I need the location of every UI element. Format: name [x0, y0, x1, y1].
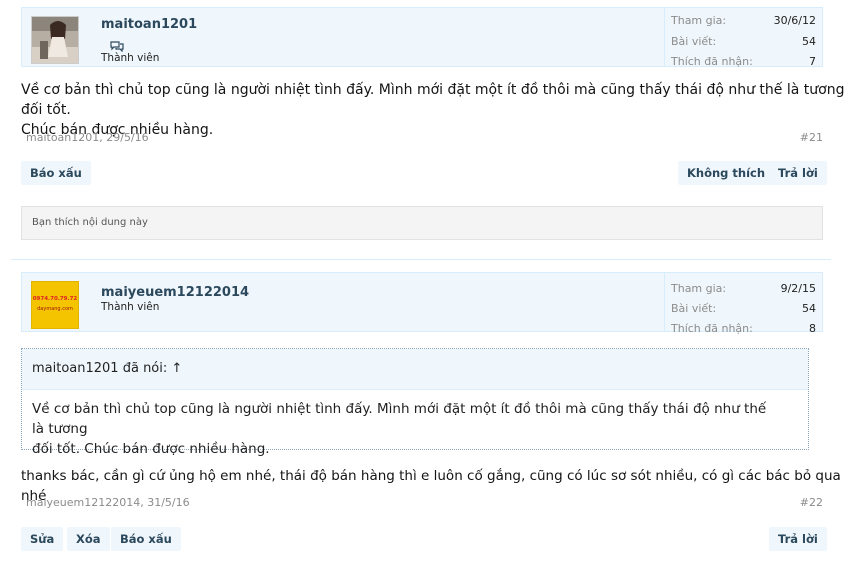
avatar-phone-text: 0974.70.79.72	[32, 296, 78, 302]
quote-block: maitoan1201 đã nói: ↑ Về cơ bản thì chủ …	[21, 348, 809, 457]
post-permalink[interactable]: #22	[800, 496, 823, 509]
post-permalink[interactable]: #21	[800, 131, 823, 144]
likes-received-label: Thích đã nhận:	[671, 55, 753, 68]
avatar-photo	[32, 17, 78, 63]
join-date-label: Tham gia:	[671, 14, 727, 27]
report-button[interactable]: Báo xấu	[21, 161, 91, 185]
reply-button[interactable]: Trả lời	[769, 161, 827, 185]
quote-text-line: Về cơ bản thì chủ top cũng là người nhiệ…	[32, 401, 767, 437]
quote-content: Về cơ bản thì chủ top cũng là người nhiệ…	[32, 399, 778, 459]
message-text-line: Về cơ bản thì chủ top cũng là người nhiệ…	[21, 82, 845, 118]
quote-text-line: đối tốt. Chúc bán được nhiều hàng.	[32, 441, 270, 457]
report-button[interactable]: Báo xấu	[111, 527, 181, 551]
likes-received-value: 8	[809, 322, 816, 335]
message-user-info: maitoan1201 Thành viên Tham gia: 30/6/12 …	[21, 7, 823, 68]
post-author-date[interactable]: maiyeuem12122014, 31/5/16	[26, 496, 190, 509]
user-title: Thành viên	[101, 52, 160, 64]
unlike-button[interactable]: Không thích	[678, 161, 775, 185]
posts-count-label: Bài viết:	[671, 35, 717, 48]
delete-button[interactable]: Xóa	[67, 527, 110, 551]
message-user-info: 0974.70.79.72 daymang.com maiyeuem121220…	[21, 272, 823, 335]
likes-summary: Bạn thích nội dung này	[21, 206, 823, 240]
avatar[interactable]: 0974.70.79.72 daymang.com	[31, 281, 79, 329]
user-title: Thành viên	[101, 301, 160, 313]
join-date-value: 30/6/12	[773, 14, 816, 27]
reply-button[interactable]: Trả lời	[769, 527, 827, 551]
post-divider	[11, 259, 831, 260]
user-extras: Tham gia: 30/6/12 Bài viết: 54 Thích đã nh…	[664, 8, 822, 68]
avatar[interactable]	[31, 16, 79, 64]
posts-count-value[interactable]: 54	[802, 35, 816, 48]
avatar-site-text: daymang.com	[37, 306, 73, 312]
join-date-label: Tham gia:	[671, 282, 727, 295]
edit-button[interactable]: Sửa	[21, 527, 64, 551]
posts-count-label: Bài viết:	[671, 302, 717, 315]
quote-attribution[interactable]: maitoan1201 đã nói: ↑	[22, 349, 808, 390]
username[interactable]: maiyeuem12122014	[101, 285, 249, 300]
join-date-value: 9/2/15	[780, 282, 816, 295]
likes-received-value: 7	[809, 55, 816, 68]
post-author-date[interactable]: maitoan1201, 29/5/16	[26, 131, 149, 144]
user-extras: Tham gia: 9/2/15 Bài viết: 54 Thích đã nhậ…	[664, 273, 822, 335]
posts-count-value[interactable]: 54	[802, 302, 816, 315]
username[interactable]: maitoan1201	[101, 17, 197, 32]
likes-received-label: Thích đã nhận:	[671, 322, 753, 335]
